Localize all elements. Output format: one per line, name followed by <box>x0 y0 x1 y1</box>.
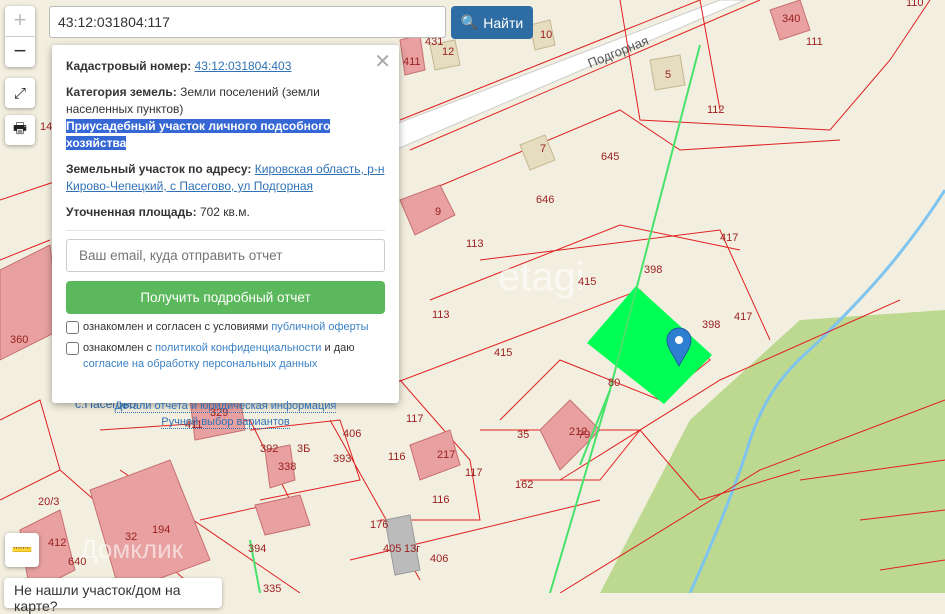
ruler-icon: 📏 <box>9 537 35 563</box>
parcel-label: 394 <box>248 543 266 555</box>
search-icon: 🔍 <box>460 14 479 30</box>
not-found-prompt[interactable]: Не нашли участок/дом на карте? <box>4 578 222 614</box>
parcel-label: 117 <box>406 413 424 425</box>
parcel-label: 392 <box>260 443 278 455</box>
parcel-label: 20/3 <box>38 496 59 508</box>
zoom-control: + − <box>5 6 35 67</box>
offer-checkbox-row: ознакомлен и согласен с условиями публич… <box>66 319 385 335</box>
expand-icon: ⤢ <box>13 84 26 102</box>
parcel-label: 111 <box>806 36 823 48</box>
parcel-label: 112 <box>707 104 725 116</box>
parcel-label: 13г <box>404 543 420 555</box>
divider <box>66 230 385 231</box>
address-row: Земельный участок по адресу: Кировская о… <box>66 161 385 195</box>
parcel-label: 393 <box>333 453 351 465</box>
manual-selection-link[interactable]: Ручной выбор вариантов <box>161 416 290 429</box>
fullscreen-button[interactable]: ⤢ <box>5 78 35 108</box>
parcel-label: 176 <box>370 519 388 531</box>
parcel-label: 7 <box>540 143 546 155</box>
label: Земельный участок по адресу: <box>66 162 252 176</box>
offer-checkbox[interactable] <box>66 321 79 334</box>
parcel-label: 113 <box>466 238 484 250</box>
parcel-label: 79 <box>578 429 590 441</box>
parcel-label: 415 <box>494 347 512 359</box>
text: и даю <box>321 342 355 354</box>
ruler-button[interactable]: 📏 <box>5 533 39 567</box>
parcel-label: 415 <box>578 276 596 288</box>
parcel-label: 398 <box>702 319 720 331</box>
print-button[interactable]: 🖶 <box>5 115 35 145</box>
parcel-label: 5 <box>665 69 671 81</box>
cadastral-number-link[interactable]: 43:12:031804:403 <box>195 59 292 73</box>
parcel-label: 412 <box>48 537 66 549</box>
permitted-use-value: Приусадебный участок личного подсобного … <box>66 119 331 150</box>
parcel-label: 417 <box>734 311 752 323</box>
parcel-label: 113 <box>432 309 450 321</box>
parcel-label: 116 <box>432 494 450 506</box>
printer-icon: 🖶 <box>12 119 28 137</box>
parcel-label: 35 <box>517 429 529 441</box>
search-input[interactable] <box>49 6 446 38</box>
parcel-label: 360 <box>10 334 28 346</box>
parcel-label: 335 <box>263 583 281 593</box>
parcel-label: 117 <box>465 467 483 479</box>
search-button-label: Найти <box>483 14 524 31</box>
zoom-in-button[interactable]: + <box>5 6 35 37</box>
parcel-label: 645 <box>601 151 619 163</box>
consent-link[interactable]: согласие на обработку персональных данны… <box>83 358 317 370</box>
parcel-label: 80 <box>608 377 620 389</box>
get-report-button[interactable]: Получить подробный отчет <box>66 281 385 314</box>
parcel-label: 398 <box>644 264 662 276</box>
cadastral-number-row: Кадастровый номер: 43:12:031804:403 <box>66 58 385 75</box>
parcel-label: 646 <box>536 194 554 206</box>
parcel-label: 406 <box>430 553 448 565</box>
text: ознакомлен и согласен с условиями <box>83 321 272 333</box>
privacy-checkbox[interactable] <box>66 342 79 355</box>
parcel-label: 116 <box>388 451 406 463</box>
parcel-label: 12 <box>442 46 454 58</box>
report-details-link[interactable]: Детали отчета и юридическая информация <box>114 400 337 413</box>
parcel-info-popup: ✕ Кадастровый номер: 43:12:031804:403 Ка… <box>52 45 399 429</box>
privacy-link[interactable]: политикой конфиденциальности <box>155 342 321 354</box>
parcel-label: 9 <box>435 206 441 218</box>
parcel-label: 194 <box>152 524 170 536</box>
privacy-checkbox-row: ознакомлен с политикой конфиденциальност… <box>66 340 385 372</box>
zoom-out-button[interactable]: − <box>5 37 35 67</box>
parcel-label: 640 <box>68 556 86 568</box>
land-category-row: Категория земель: Земли поселений (земли… <box>66 84 385 118</box>
area-row: Уточненная площадь: 702 кв.м. <box>66 204 385 221</box>
parcel-label: 417 <box>720 232 738 244</box>
parcel-label: 340 <box>782 13 800 25</box>
offer-link[interactable]: публичной оферты <box>271 321 368 333</box>
parcel-label: 411 <box>403 56 421 68</box>
parcel-label: 32 <box>125 531 137 543</box>
parcel-label: 338 <box>278 461 296 473</box>
label: Категория земель: <box>66 85 177 99</box>
parcel-label: 10 <box>540 29 552 41</box>
parcel-label: 162 <box>515 479 533 491</box>
parcel-label: 217 <box>437 449 455 461</box>
parcel-label: 3Б <box>297 443 310 455</box>
email-input[interactable] <box>66 239 385 272</box>
text: ознакомлен с <box>83 342 156 354</box>
area-value: 702 кв.м. <box>199 205 250 219</box>
parcel-label: 405 <box>383 543 401 555</box>
watermark-etagi: etagi <box>498 255 585 299</box>
search-button[interactable]: 🔍 Найти <box>451 6 533 39</box>
parcel-label: 110 <box>906 0 924 9</box>
label: Кадастровый номер: <box>66 59 192 73</box>
label: Уточненная площадь: <box>66 205 197 219</box>
close-icon[interactable]: ✕ <box>374 49 391 74</box>
